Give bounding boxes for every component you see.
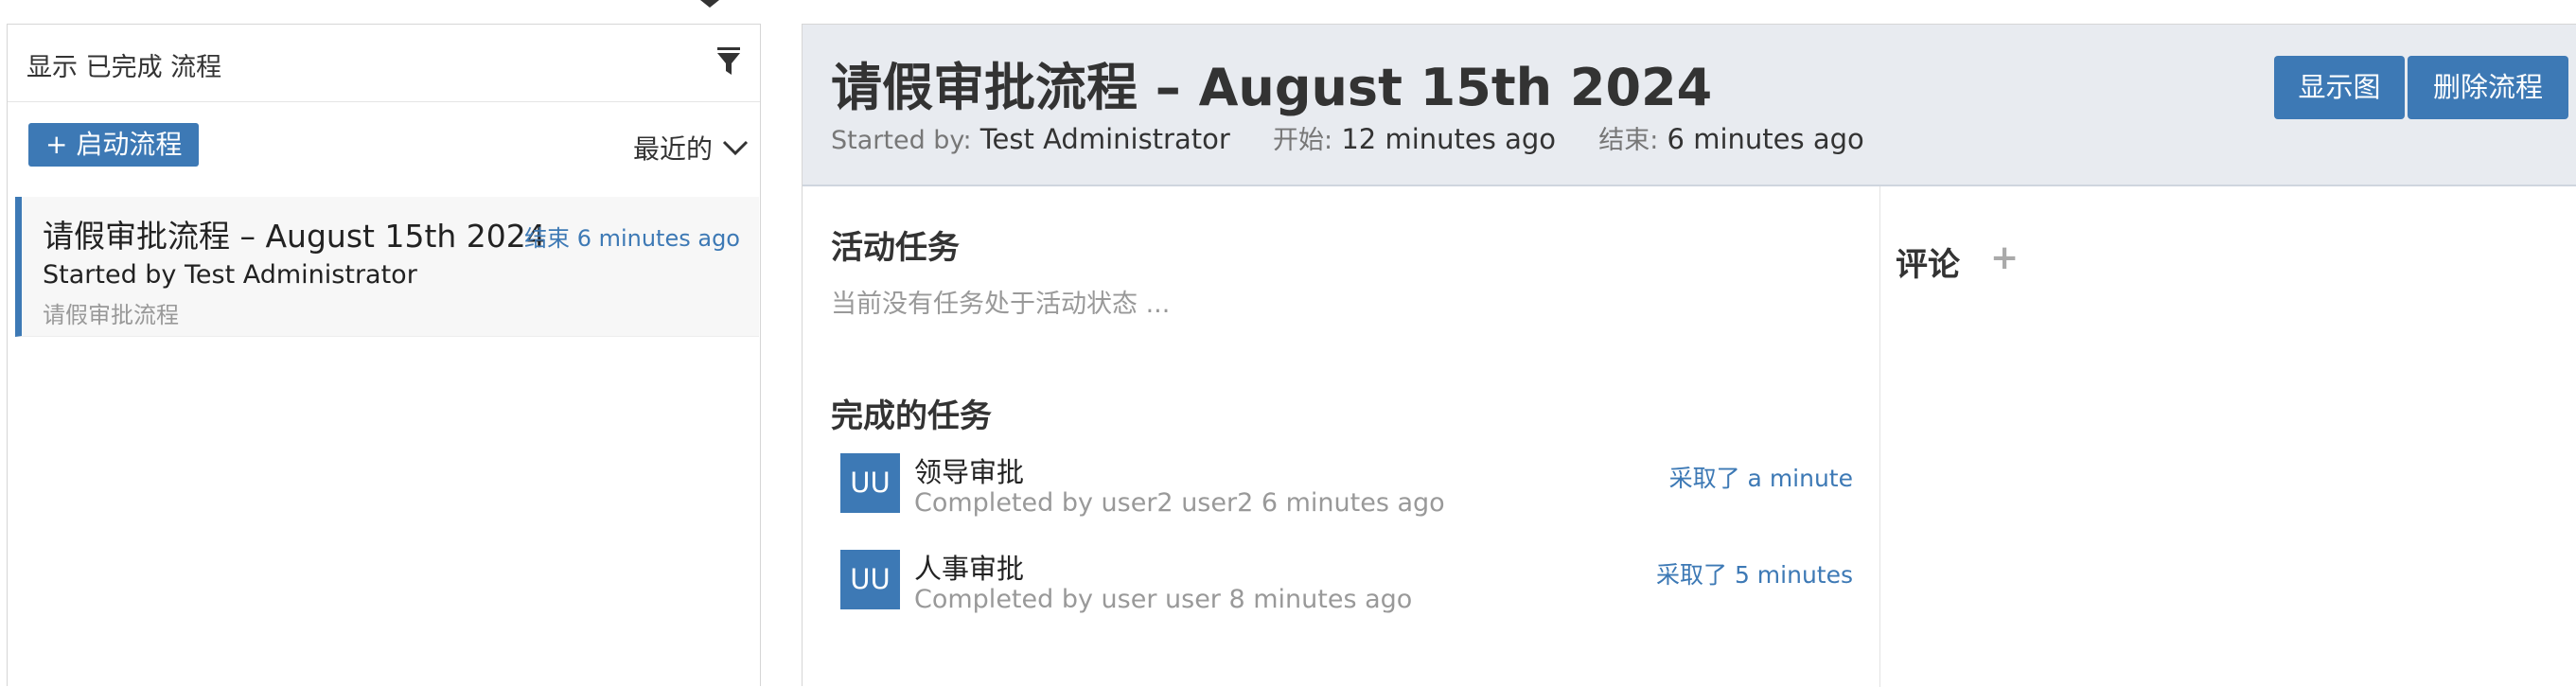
- show-diagram-button[interactable]: 显示图: [2274, 56, 2405, 119]
- end-label: 结束:: [1598, 126, 1659, 155]
- end-value: 6 minutes ago: [1667, 123, 1864, 155]
- sort-dropdown[interactable]: 最近的: [633, 129, 749, 167]
- plus-icon[interactable]: +: [1990, 238, 2019, 277]
- start-label: 开始:: [1273, 126, 1333, 155]
- process-list-panel: 显示 已完成 流程 + 启动流程 最近的 请假审批流程 – August 15t…: [7, 24, 761, 686]
- filter-bar[interactable]: 显示 已完成 流程: [8, 25, 760, 102]
- tasks-column: 活动任务 当前没有任务处于活动状态 ... 完成的任务 UU 领导审批 Comp…: [803, 186, 1880, 687]
- started-by-label: Started by:: [831, 126, 972, 155]
- process-list-item[interactable]: 请假审批流程 – August 15th 2024 结束 6 minutes a…: [15, 197, 759, 337]
- comments-column: 评论 +: [1880, 186, 2576, 687]
- completed-task-item[interactable]: UU 领导审批 Completed by user2 user2 6 minut…: [840, 450, 1853, 526]
- delete-process-button[interactable]: 删除流程: [2408, 56, 2568, 119]
- active-tasks-empty: 当前没有任务处于活动状态 ...: [831, 290, 1171, 319]
- page-title: 请假审批流程 – August 15th 2024: [831, 58, 1713, 117]
- task-completed-by: Completed by user2 user2 6 minutes ago: [914, 488, 1445, 518]
- task-name: 人事审批: [914, 553, 1025, 585]
- filter-text: 显示 已完成 流程: [26, 53, 222, 82]
- process-item-title: 请假审批流程 – August 15th 2024: [43, 218, 546, 255]
- process-item-definition: 请假审批流程: [43, 302, 179, 328]
- started-by-value: Test Administrator: [979, 123, 1230, 155]
- task-duration: 采取了 5 minutes: [1656, 561, 1853, 589]
- start-process-button[interactable]: + 启动流程: [28, 123, 200, 167]
- detail-header: 请假审批流程 – August 15th 2024 Started by: Te…: [803, 25, 2576, 186]
- sort-label: 最近的: [632, 133, 713, 165]
- task-name: 领导审批: [914, 456, 1025, 488]
- task-duration: 采取了 a minute: [1668, 465, 1853, 492]
- avatar: UU: [840, 550, 900, 609]
- avatar: UU: [840, 453, 900, 513]
- chevron-down-icon: [722, 140, 749, 156]
- process-meta: Started by: Test Administrator 开始: 12 mi…: [831, 119, 1898, 156]
- task-completed-by: Completed by user user 8 minutes ago: [914, 585, 1413, 614]
- process-item-end-time: 结束 6 minutes ago: [524, 225, 740, 252]
- completed-tasks-title: 完成的任务: [831, 397, 992, 435]
- active-tasks-title: 活动任务: [831, 229, 960, 267]
- process-detail-panel: 请假审批流程 – August 15th 2024 Started by: Te…: [802, 24, 2576, 687]
- completed-task-item[interactable]: UU 人事审批 Completed by user user 8 minutes…: [840, 547, 1853, 623]
- start-value: 12 minutes ago: [1341, 123, 1556, 155]
- filter-icon[interactable]: [715, 45, 743, 78]
- process-item-started-by: Started by Test Administrator: [43, 260, 417, 290]
- dropdown-caret-icon: [700, 0, 719, 8]
- comments-title: 评论: [1896, 246, 1960, 284]
